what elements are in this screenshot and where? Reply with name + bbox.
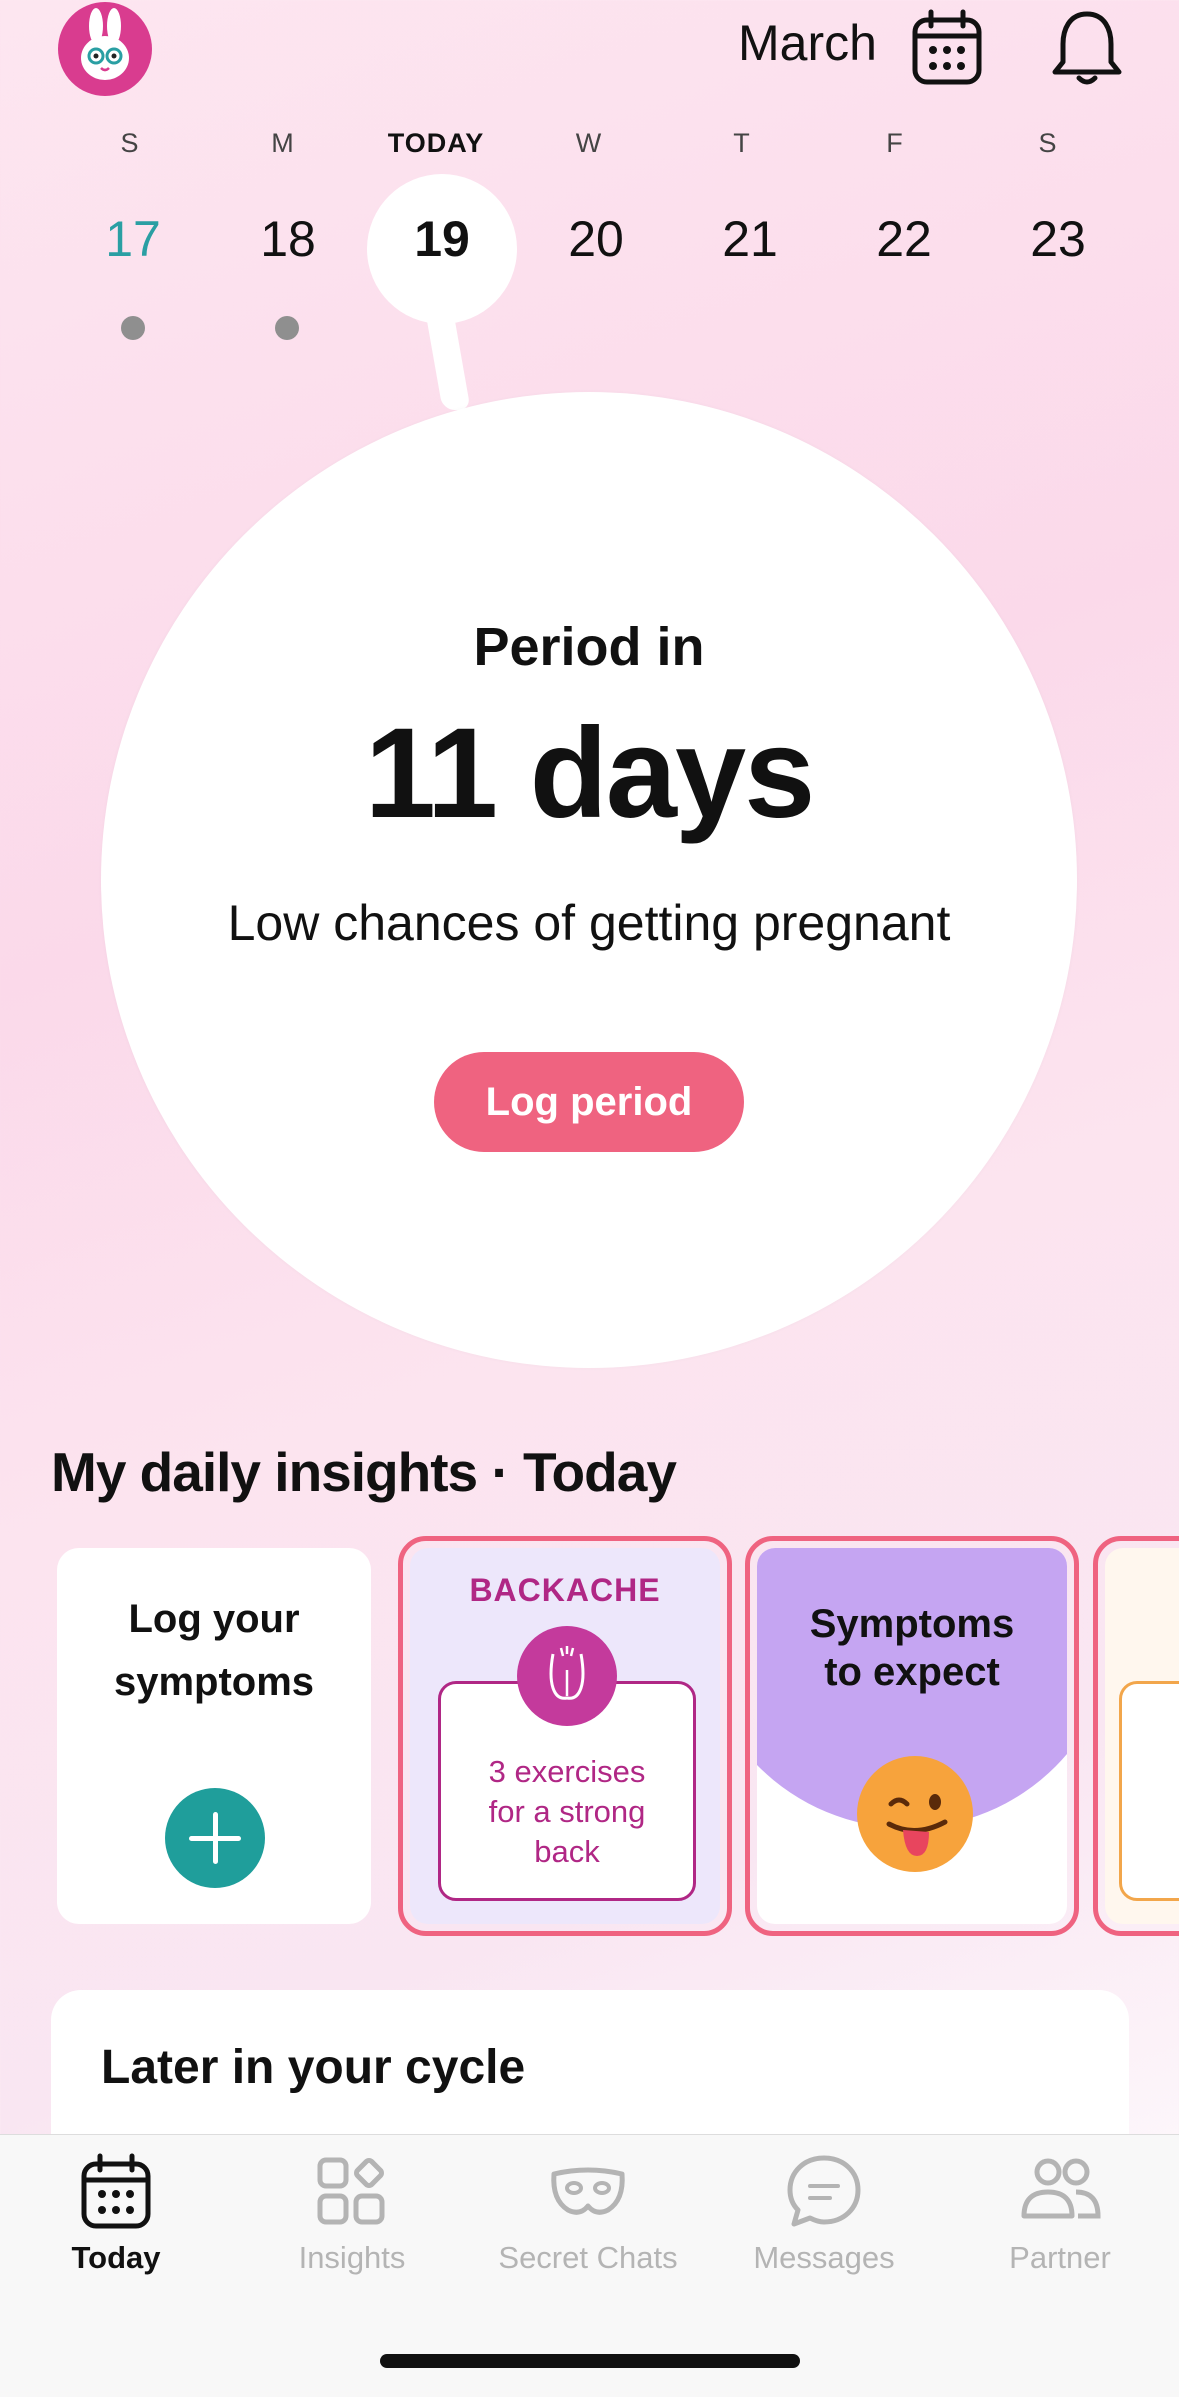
tab-insights[interactable]: Insights xyxy=(252,2150,452,2276)
insights-grid-icon xyxy=(317,2157,385,2225)
backache-story-card[interactable]: BACKACHE 3 exercises for a strong back xyxy=(398,1536,732,1936)
logged-dot xyxy=(121,316,145,340)
next-story-card[interactable] xyxy=(1093,1536,1179,1936)
tab-partner[interactable]: Partner xyxy=(960,2150,1160,2276)
tab-today[interactable]: Today xyxy=(16,2150,216,2276)
symptoms-story-card[interactable]: Symptoms to expect xyxy=(745,1536,1079,1936)
day-22[interactable]: 22 xyxy=(854,210,954,268)
winking-face-icon xyxy=(853,1752,977,1876)
tab-today-label: Today xyxy=(71,2240,161,2275)
later-in-cycle-title: Later in your cycle xyxy=(101,2041,526,2094)
bunny-avatar-icon xyxy=(81,8,129,80)
day-20[interactable]: 20 xyxy=(546,210,646,268)
days-until-period: 11 days xyxy=(364,702,816,845)
day-18[interactable]: 18 xyxy=(238,210,338,268)
chat-bubble-icon xyxy=(787,2155,861,2227)
tab-partner-label: Partner xyxy=(1009,2240,1111,2275)
tab-insights-label: Insights xyxy=(298,2240,406,2275)
month-label[interactable]: March xyxy=(738,14,877,72)
cycle-circle xyxy=(101,392,1077,1368)
calendar-icon[interactable] xyxy=(905,6,989,90)
day-17[interactable]: 17 xyxy=(83,210,183,268)
log-symptoms-label: Log your symptoms xyxy=(113,1597,315,1704)
log-period-button[interactable]: Log period xyxy=(434,1052,744,1152)
dow-sun: S xyxy=(120,128,140,158)
calendar-icon xyxy=(81,2153,151,2229)
tab-secret-chats[interactable]: Secret Chats xyxy=(488,2150,688,2276)
bell-icon[interactable] xyxy=(1045,6,1129,90)
dow-thu: T xyxy=(733,128,751,158)
dow-sat: S xyxy=(1038,128,1058,158)
symptoms-text: Symptoms to expect xyxy=(809,1602,1015,1694)
home-indicator xyxy=(380,2354,800,2368)
tab-messages-label: Messages xyxy=(753,2240,895,2275)
day-19-today[interactable]: 19 xyxy=(392,210,492,268)
profile-avatar[interactable] xyxy=(58,2,152,96)
dow-today: TODAY xyxy=(387,128,485,158)
day-23[interactable]: 23 xyxy=(1008,210,1108,268)
tab-secret-chats-label: Secret Chats xyxy=(498,2240,678,2275)
mask-icon xyxy=(551,2167,625,2215)
period-in-label: Period in xyxy=(473,617,705,677)
log-symptoms-card[interactable]: Log your symptoms xyxy=(57,1548,371,1924)
back-body-icon xyxy=(517,1626,617,1726)
dow-wed: W xyxy=(575,128,603,158)
insights-heading: My daily insights · Today xyxy=(51,1441,677,1503)
day-21[interactable]: 21 xyxy=(700,210,800,268)
pregnancy-chance-text: Low chances of getting pregnant xyxy=(227,895,951,951)
plus-icon[interactable] xyxy=(165,1788,265,1888)
logged-dot xyxy=(275,316,299,340)
next-card-content-box xyxy=(1119,1681,1179,1901)
tab-messages[interactable]: Messages xyxy=(724,2150,924,2276)
two-people-icon xyxy=(1021,2158,1101,2219)
backache-text: 3 exercises for a strong back xyxy=(488,1754,646,1869)
backache-title: BACKACHE xyxy=(469,1572,661,1608)
dow-fri: F xyxy=(886,128,904,158)
dow-mon: M xyxy=(271,128,295,158)
